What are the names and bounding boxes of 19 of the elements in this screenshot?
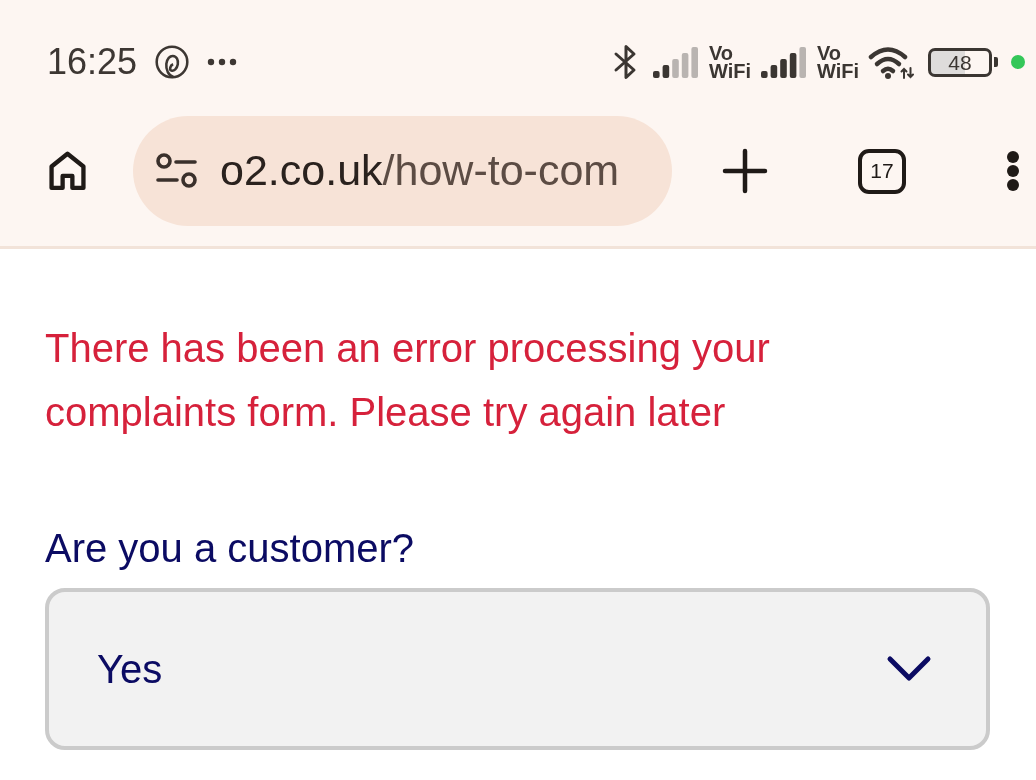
vowifi-label: Vo WiFi xyxy=(708,44,751,80)
indicator-dot-icon xyxy=(1011,55,1025,69)
signal-icon xyxy=(760,46,808,78)
field-label: Are you a customer? xyxy=(45,525,416,572)
customer-select[interactable]: Yes xyxy=(45,588,990,750)
tab-count-button[interactable]: 17 xyxy=(858,148,906,194)
sliders-icon[interactable] xyxy=(155,152,198,190)
vowifi-label: Vo WiFi xyxy=(816,44,859,80)
error-message: There has been an error processing your complaints form. Please try again later xyxy=(45,325,771,436)
battery-percent: 48 xyxy=(948,51,972,73)
plus-icon[interactable] xyxy=(722,148,768,194)
chevron-down-icon xyxy=(886,655,932,683)
signal-icon xyxy=(652,46,700,78)
address-bar[interactable]: o2.co.uk/how-to-com xyxy=(133,116,672,226)
more-options-icon[interactable] xyxy=(1005,150,1021,192)
status-time: 16:25 xyxy=(47,44,138,80)
wifi-icon xyxy=(868,44,914,80)
spiral-icon xyxy=(155,45,190,79)
more-dots-icon xyxy=(207,58,238,66)
